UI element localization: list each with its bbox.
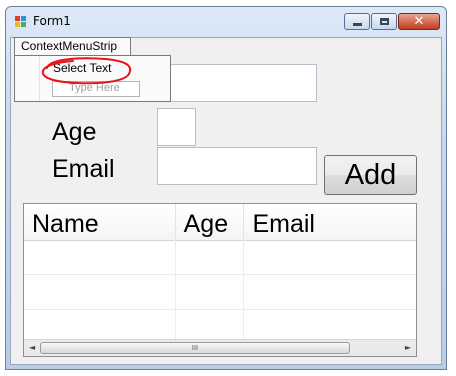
grid-header-row: Name Age Email xyxy=(24,204,416,241)
email-cell[interactable] xyxy=(244,275,416,309)
email-cell[interactable] xyxy=(244,240,416,274)
name-textbox[interactable] xyxy=(157,64,317,102)
context-menu-strip[interactable]: ContextMenuStrip xyxy=(14,37,131,55)
age-cell[interactable] xyxy=(176,240,245,274)
age-textbox[interactable] xyxy=(157,108,196,146)
context-menu-strip-label: ContextMenuStrip xyxy=(21,39,118,53)
email-label: Email xyxy=(52,155,115,183)
context-menu-dropdown: Select Text Type Here xyxy=(14,55,171,102)
column-header-email[interactable]: Email xyxy=(244,204,416,240)
maximize-icon xyxy=(379,18,389,25)
email-textbox[interactable] xyxy=(157,147,317,185)
name-cell[interactable] xyxy=(24,240,176,274)
scroll-right-arrow-icon[interactable]: ► xyxy=(405,343,411,352)
add-button[interactable]: Add xyxy=(324,155,417,195)
horizontal-scrollbar[interactable]: ◄ III ► xyxy=(24,339,416,356)
menu-image-margin xyxy=(39,56,40,101)
close-icon: ✕ xyxy=(413,14,425,29)
age-label: Age xyxy=(52,118,97,146)
minimize-icon xyxy=(352,23,362,26)
new-menu-item-field[interactable]: Type Here xyxy=(52,81,140,97)
column-header-age[interactable]: Age xyxy=(176,204,245,240)
data-grid-view[interactable]: Name Age Email ◄ III ► xyxy=(23,203,417,357)
minimize-button[interactable] xyxy=(344,13,370,30)
scroll-left-arrow-icon[interactable]: ◄ xyxy=(29,343,35,352)
caption-buttons: ✕ xyxy=(343,13,440,30)
name-cell[interactable] xyxy=(24,275,176,309)
app-icon xyxy=(15,16,27,28)
maximize-button[interactable] xyxy=(371,13,397,30)
column-header-name[interactable]: Name xyxy=(24,204,176,240)
close-button[interactable]: ✕ xyxy=(398,13,440,30)
title-bar[interactable]: Form1 ✕ xyxy=(6,7,446,37)
age-cell[interactable] xyxy=(176,275,245,309)
window-title: Form1 xyxy=(33,14,71,28)
scrollbar-grip-icon: III xyxy=(191,344,199,352)
scrollbar-thumb[interactable]: III xyxy=(40,342,350,354)
table-row[interactable] xyxy=(24,275,416,310)
menu-item-select-text[interactable]: Select Text xyxy=(53,61,111,75)
table-row[interactable] xyxy=(24,240,416,275)
